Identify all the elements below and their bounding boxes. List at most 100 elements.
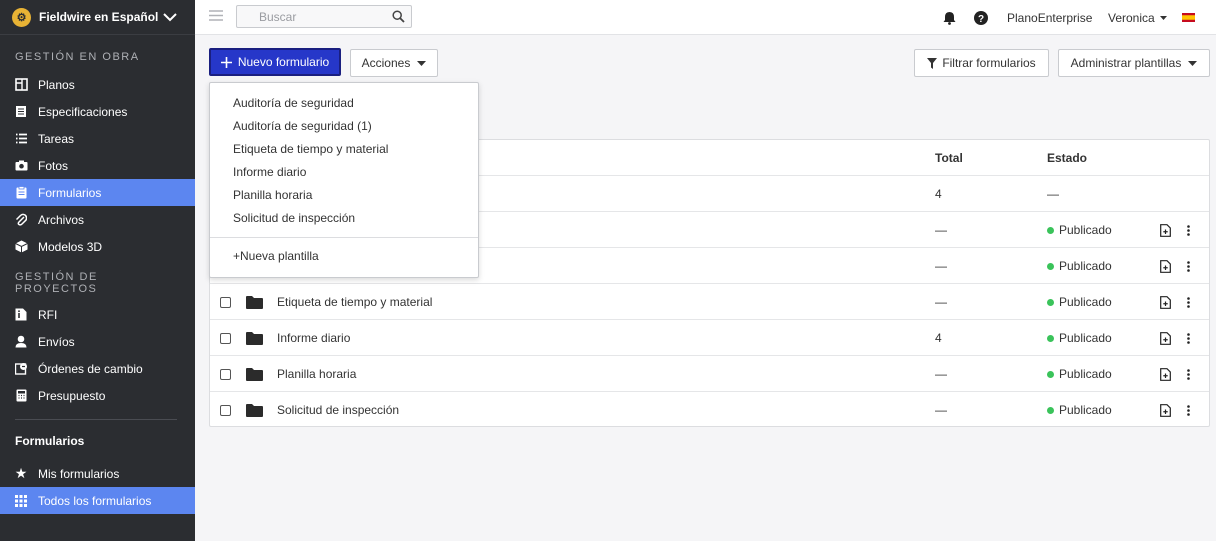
sidebar-item-ordenes-de-cambio[interactable]: Órdenes de cambio xyxy=(0,355,195,382)
person-icon xyxy=(14,335,28,349)
column-header-estado[interactable]: Estado xyxy=(1047,140,1087,176)
folder-icon xyxy=(246,356,263,392)
status-badge: Publicado xyxy=(1047,248,1112,284)
status-dot xyxy=(1047,262,1054,270)
new-form-from-template-icon[interactable] xyxy=(1160,248,1171,284)
more-options-icon[interactable] xyxy=(1187,212,1190,248)
new-form-from-template-icon[interactable] xyxy=(1160,284,1171,320)
filter-forms-button[interactable]: Filtrar formularios xyxy=(914,49,1049,77)
table-row[interactable]: Etiqueta de tiempo y material — Publicado xyxy=(210,284,1209,320)
search-placeholder: Buscar xyxy=(259,10,297,24)
row-name[interactable]: Planilla horaria xyxy=(277,356,356,392)
specs-icon xyxy=(14,105,28,119)
row-total: — xyxy=(935,403,947,417)
row-checkbox[interactable] xyxy=(220,284,231,320)
sidebar-item-label: Mis formularios xyxy=(38,466,120,481)
new-form-from-template-icon[interactable] xyxy=(1160,320,1171,356)
dropdown-item-template[interactable]: Planilla horaria xyxy=(233,183,312,206)
new-form-button[interactable]: Nuevo formulario xyxy=(209,48,341,76)
project-switcher[interactable]: ⚙ Fieldwire en Español xyxy=(0,0,195,35)
status-label: Publicado xyxy=(1059,331,1112,345)
row-name[interactable]: Solicitud de inspección xyxy=(277,392,399,428)
cube-icon xyxy=(14,240,28,254)
sidebar-item-todos-los-formularios[interactable]: Todos los formularios xyxy=(0,487,195,514)
more-options-icon[interactable] xyxy=(1187,356,1190,392)
row-checkbox[interactable] xyxy=(220,392,231,428)
top-bar: Buscar ? PlanoEnterprise Veronica xyxy=(195,0,1216,35)
sidebar-item-rfi[interactable]: RFI xyxy=(0,301,195,328)
manage-templates-label: Administrar plantillas xyxy=(1070,56,1182,70)
actions-button[interactable]: Acciones xyxy=(350,49,438,77)
more-options-icon[interactable] xyxy=(1187,392,1190,428)
sidebar-item-label: Envíos xyxy=(38,334,75,349)
search-input[interactable]: Buscar xyxy=(236,5,412,28)
row-checkbox[interactable] xyxy=(220,356,231,392)
list-icon xyxy=(14,132,28,146)
table-row[interactable]: Solicitud de inspección — Publicado xyxy=(210,392,1209,428)
sidebar-item-formularios[interactable]: Formularios xyxy=(0,179,195,206)
camera-icon xyxy=(14,159,28,173)
dropdown-item-template[interactable]: Auditoría de seguridad (1) xyxy=(233,114,372,137)
status-badge: Publicado xyxy=(1047,284,1112,320)
user-menu[interactable]: Veronica xyxy=(1108,0,1167,35)
project-name: Fieldwire en Español xyxy=(39,10,159,24)
hamburger-menu-icon[interactable] xyxy=(209,10,223,21)
row-name[interactable]: Etiqueta de tiempo y material xyxy=(277,284,432,320)
sidebar-item-archivos[interactable]: Archivos xyxy=(0,206,195,233)
sidebar-item-tareas[interactable]: Tareas xyxy=(0,125,195,152)
row-total: — xyxy=(935,259,947,273)
new-form-dropdown: Auditoría de seguridad Auditoría de segu… xyxy=(209,82,479,278)
notifications-button[interactable] xyxy=(943,0,956,35)
row-name[interactable]: Informe diario xyxy=(277,320,350,356)
status-badge: Publicado xyxy=(1047,392,1112,428)
table-row[interactable]: Planilla horaria — Publicado xyxy=(210,356,1209,392)
sidebar-item-planos[interactable]: Planos xyxy=(0,71,195,98)
row-total: — xyxy=(935,223,947,237)
more-options-icon[interactable] xyxy=(1187,320,1190,356)
column-header-total[interactable]: Total xyxy=(935,140,963,176)
dropdown-item-template[interactable]: Informe diario xyxy=(233,160,306,183)
dropdown-item-template[interactable]: Etiqueta de tiempo y material xyxy=(233,137,388,160)
status-dot xyxy=(1047,298,1054,306)
star-icon: ★ xyxy=(14,465,28,481)
chevron-down-icon[interactable] xyxy=(163,12,177,22)
user-name: Veronica xyxy=(1108,10,1155,25)
search-icon[interactable] xyxy=(392,10,405,23)
forms-section-title: Formularios xyxy=(15,434,85,448)
paperclip-icon xyxy=(14,213,28,227)
plans-icon xyxy=(14,78,28,92)
status-dot xyxy=(1047,370,1054,378)
filter-forms-label: Filtrar formularios xyxy=(942,56,1036,70)
language-selector[interactable] xyxy=(1182,0,1195,35)
more-options-icon[interactable] xyxy=(1187,248,1190,284)
new-form-from-template-icon[interactable] xyxy=(1160,356,1171,392)
sidebar-item-label: Todos los formularios xyxy=(38,493,152,508)
manage-templates-button[interactable]: Administrar plantillas xyxy=(1058,49,1210,77)
new-form-from-template-icon[interactable] xyxy=(1160,392,1171,428)
sidebar-item-mis-formularios[interactable]: ★ Mis formularios xyxy=(0,460,195,487)
project-logo-icon: ⚙ xyxy=(12,7,31,27)
dropdown-item-template[interactable]: Auditoría de seguridad xyxy=(233,91,354,114)
sidebar-item-label: Modelos 3D xyxy=(38,239,103,254)
more-options-icon[interactable] xyxy=(1187,284,1190,320)
sidebar-item-presupuesto[interactable]: Presupuesto xyxy=(0,382,195,409)
folder-icon xyxy=(246,320,263,356)
row-checkbox[interactable] xyxy=(220,320,231,356)
sidebar-divider xyxy=(15,419,177,420)
help-button[interactable]: ? xyxy=(974,0,988,35)
new-form-from-template-icon[interactable] xyxy=(1160,212,1171,248)
table-row[interactable]: Informe diario 4 Publicado xyxy=(210,320,1209,356)
new-template-item[interactable]: +Nueva plantilla xyxy=(233,244,319,267)
status-dot xyxy=(1047,406,1054,414)
status-dot xyxy=(1047,226,1054,234)
plan-link[interactable]: PlanoEnterprise xyxy=(1007,0,1092,35)
status-label: Publicado xyxy=(1059,367,1112,381)
dropdown-divider xyxy=(210,237,478,238)
sidebar-item-especificaciones[interactable]: Especificaciones xyxy=(0,98,195,125)
status-label: Publicado xyxy=(1059,403,1112,417)
dropdown-item-template[interactable]: Solicitud de inspección xyxy=(233,206,355,229)
sidebar-item-modelos-3d[interactable]: Modelos 3D xyxy=(0,233,195,260)
caret-down-icon xyxy=(1188,60,1198,66)
sidebar-item-envios[interactable]: Envíos xyxy=(0,328,195,355)
sidebar-item-fotos[interactable]: Fotos xyxy=(0,152,195,179)
